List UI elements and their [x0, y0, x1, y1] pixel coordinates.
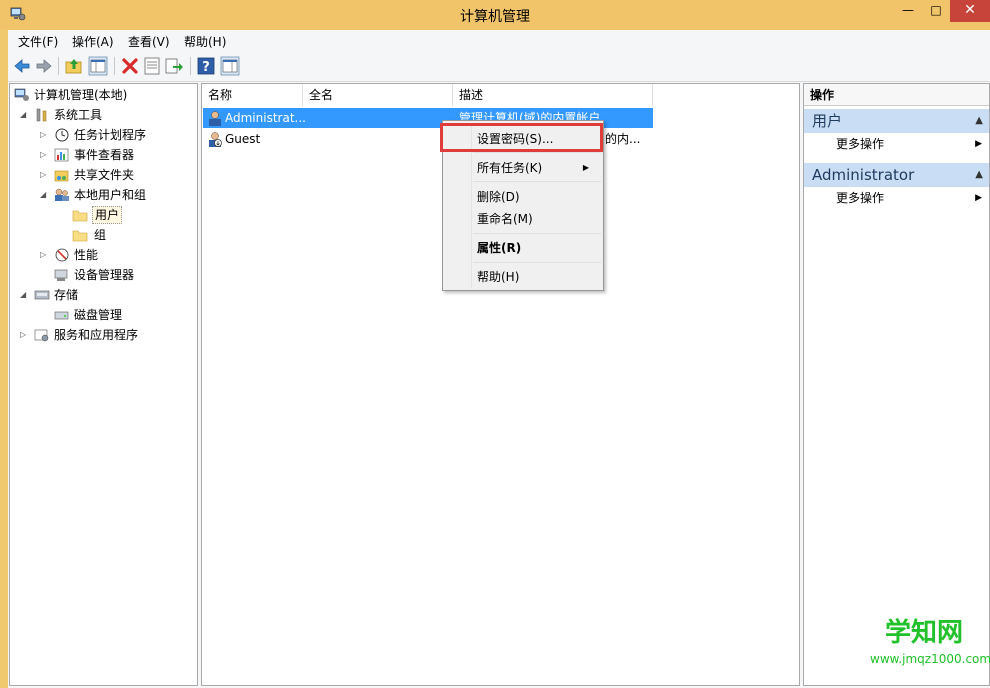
cell-name: Guest [225, 132, 261, 146]
menu-separator [473, 262, 601, 263]
tools-icon [36, 108, 47, 122]
folder-icon [72, 230, 88, 242]
column-header-row: 名称 全名 描述 [202, 84, 799, 106]
collapse-up-icon[interactable]: ▲ [975, 163, 983, 187]
services-icon [34, 329, 49, 342]
show-hide-action-icon[interactable] [220, 56, 240, 76]
menu-delete[interactable]: 删除(D) [477, 187, 597, 207]
window-client: 文件(F) 操作(A) 查看(V) 帮助(H) ? 计算机管理(本地) ◢ 系统… [8, 30, 990, 688]
expand-arrow-icon[interactable]: ▷ [20, 325, 30, 345]
menu-properties[interactable]: 属性(R) [477, 238, 597, 258]
more-actions-link[interactable]: 更多操作 ▶ [836, 188, 986, 208]
cell-description: 的内... [605, 132, 641, 146]
toolbar-separator [114, 57, 115, 75]
computer-management-icon [14, 88, 29, 101]
collapse-up-icon[interactable]: ▲ [975, 109, 983, 133]
maximize-button[interactable]: □ [922, 0, 950, 22]
toolbar-separator [190, 57, 191, 75]
action-section-users[interactable]: 用户 ▲ [804, 109, 989, 133]
menu-action[interactable]: 操作(A) [72, 33, 114, 50]
menu-separator [473, 152, 601, 153]
folder-icon [72, 210, 88, 222]
submenu-arrow-icon: ▶ [582, 163, 589, 172]
tree-label: 任务计划程序 [74, 128, 147, 142]
window-title: 计算机管理 [460, 9, 530, 25]
collapse-arrow-icon[interactable]: ◢ [20, 285, 30, 305]
console-tree: 计算机管理(本地) ◢ 系统工具 ▷ 任务计划程序 ▷ 事件查看器 ▷ 共享文件… [9, 83, 198, 686]
chevron-right-icon: ▶ [975, 139, 982, 149]
expand-arrow-icon[interactable]: ▷ [40, 245, 50, 265]
link-label: 更多操作 [836, 191, 885, 205]
user-icon [209, 111, 221, 126]
column-header-name[interactable]: 名称 [202, 84, 303, 106]
disk-icon [54, 311, 69, 320]
tree-label: 服务和应用程序 [54, 328, 139, 342]
properties-icon[interactable] [142, 56, 162, 76]
more-actions-link[interactable]: 更多操作 ▶ [836, 134, 986, 154]
back-icon[interactable] [12, 56, 32, 76]
up-folder-icon[interactable] [64, 56, 84, 76]
menu-bar: 文件(F) 操作(A) 查看(V) 帮助(H) [8, 30, 990, 52]
cell-name: Administrat... [225, 111, 305, 125]
tree-label: 设备管理器 [74, 268, 135, 282]
toolbar-separator [58, 57, 59, 75]
show-hide-tree-icon[interactable] [88, 56, 108, 76]
close-button[interactable]: ✕ [950, 0, 990, 22]
export-icon[interactable] [164, 56, 184, 76]
disabled-user-icon [209, 132, 222, 147]
section-title: Administrator [812, 166, 915, 184]
menu-file[interactable]: 文件(F) [18, 33, 58, 50]
menu-help[interactable]: 帮助(H) [477, 267, 597, 287]
menu-label: 所有任务(K) [477, 161, 543, 175]
delete-icon[interactable] [120, 56, 140, 76]
annotation-highlight-box [440, 123, 603, 152]
svg-text:?: ? [202, 60, 210, 75]
tree-label: 磁盘管理 [74, 308, 123, 322]
menu-separator [473, 181, 601, 182]
toolbar: ? [8, 52, 990, 82]
storage-icon [34, 290, 50, 300]
tree-label: 共享文件夹 [74, 168, 135, 182]
tree-label: 组 [94, 228, 107, 242]
title-bar: 计算机管理 — □ ✕ [0, 0, 990, 30]
link-label: 更多操作 [836, 137, 885, 151]
tree-label: 系统工具 [54, 108, 103, 122]
performance-icon [55, 248, 69, 262]
collapse-arrow-icon[interactable]: ◢ [40, 185, 50, 205]
tree-label: 事件查看器 [74, 148, 135, 162]
menu-help[interactable]: 帮助(H) [184, 33, 226, 50]
site-watermark: 学知网 www.jmqz1000.com [870, 612, 990, 688]
expand-arrow-icon[interactable]: ▷ [40, 165, 50, 185]
tree-label: 存储 [54, 288, 79, 302]
menu-view[interactable]: 查看(V) [128, 33, 170, 50]
users-group-icon [55, 188, 69, 201]
tree-label: 本地用户和组 [74, 188, 147, 202]
tree-label: 性能 [74, 248, 99, 262]
collapse-arrow-icon[interactable]: ◢ [20, 105, 30, 125]
chevron-right-icon: ▶ [975, 193, 982, 203]
forward-icon[interactable] [34, 56, 54, 76]
clock-icon [55, 128, 69, 142]
action-section-administrator[interactable]: Administrator ▲ [804, 163, 989, 187]
expand-arrow-icon[interactable]: ▷ [40, 125, 50, 145]
menu-separator [473, 233, 601, 234]
watermark-url: www.jmqz1000.com [870, 652, 990, 666]
actions-header: 操作 [804, 84, 989, 106]
column-header-description[interactable]: 描述 [453, 84, 653, 106]
menu-all-tasks[interactable]: 所有任务(K) ▶ [477, 158, 597, 178]
shared-folder-icon [54, 170, 69, 182]
column-header-fullname[interactable]: 全名 [303, 84, 453, 106]
event-viewer-icon [54, 148, 69, 162]
actions-pane: 操作 用户 ▲ 更多操作 ▶ Administrator ▲ 更多操作 ▶ [803, 83, 990, 686]
device-manager-icon [54, 269, 68, 281]
watermark-cn: 学知网 [885, 618, 964, 648]
help-icon[interactable]: ? [196, 56, 216, 76]
expand-arrow-icon[interactable]: ▷ [40, 145, 50, 165]
tree-label: 用户 [92, 206, 123, 224]
minimize-button[interactable]: — [894, 0, 922, 22]
section-title: 用户 [812, 112, 843, 130]
tree-label: 计算机管理(本地) [34, 88, 128, 102]
menu-rename[interactable]: 重命名(M) [477, 209, 597, 229]
